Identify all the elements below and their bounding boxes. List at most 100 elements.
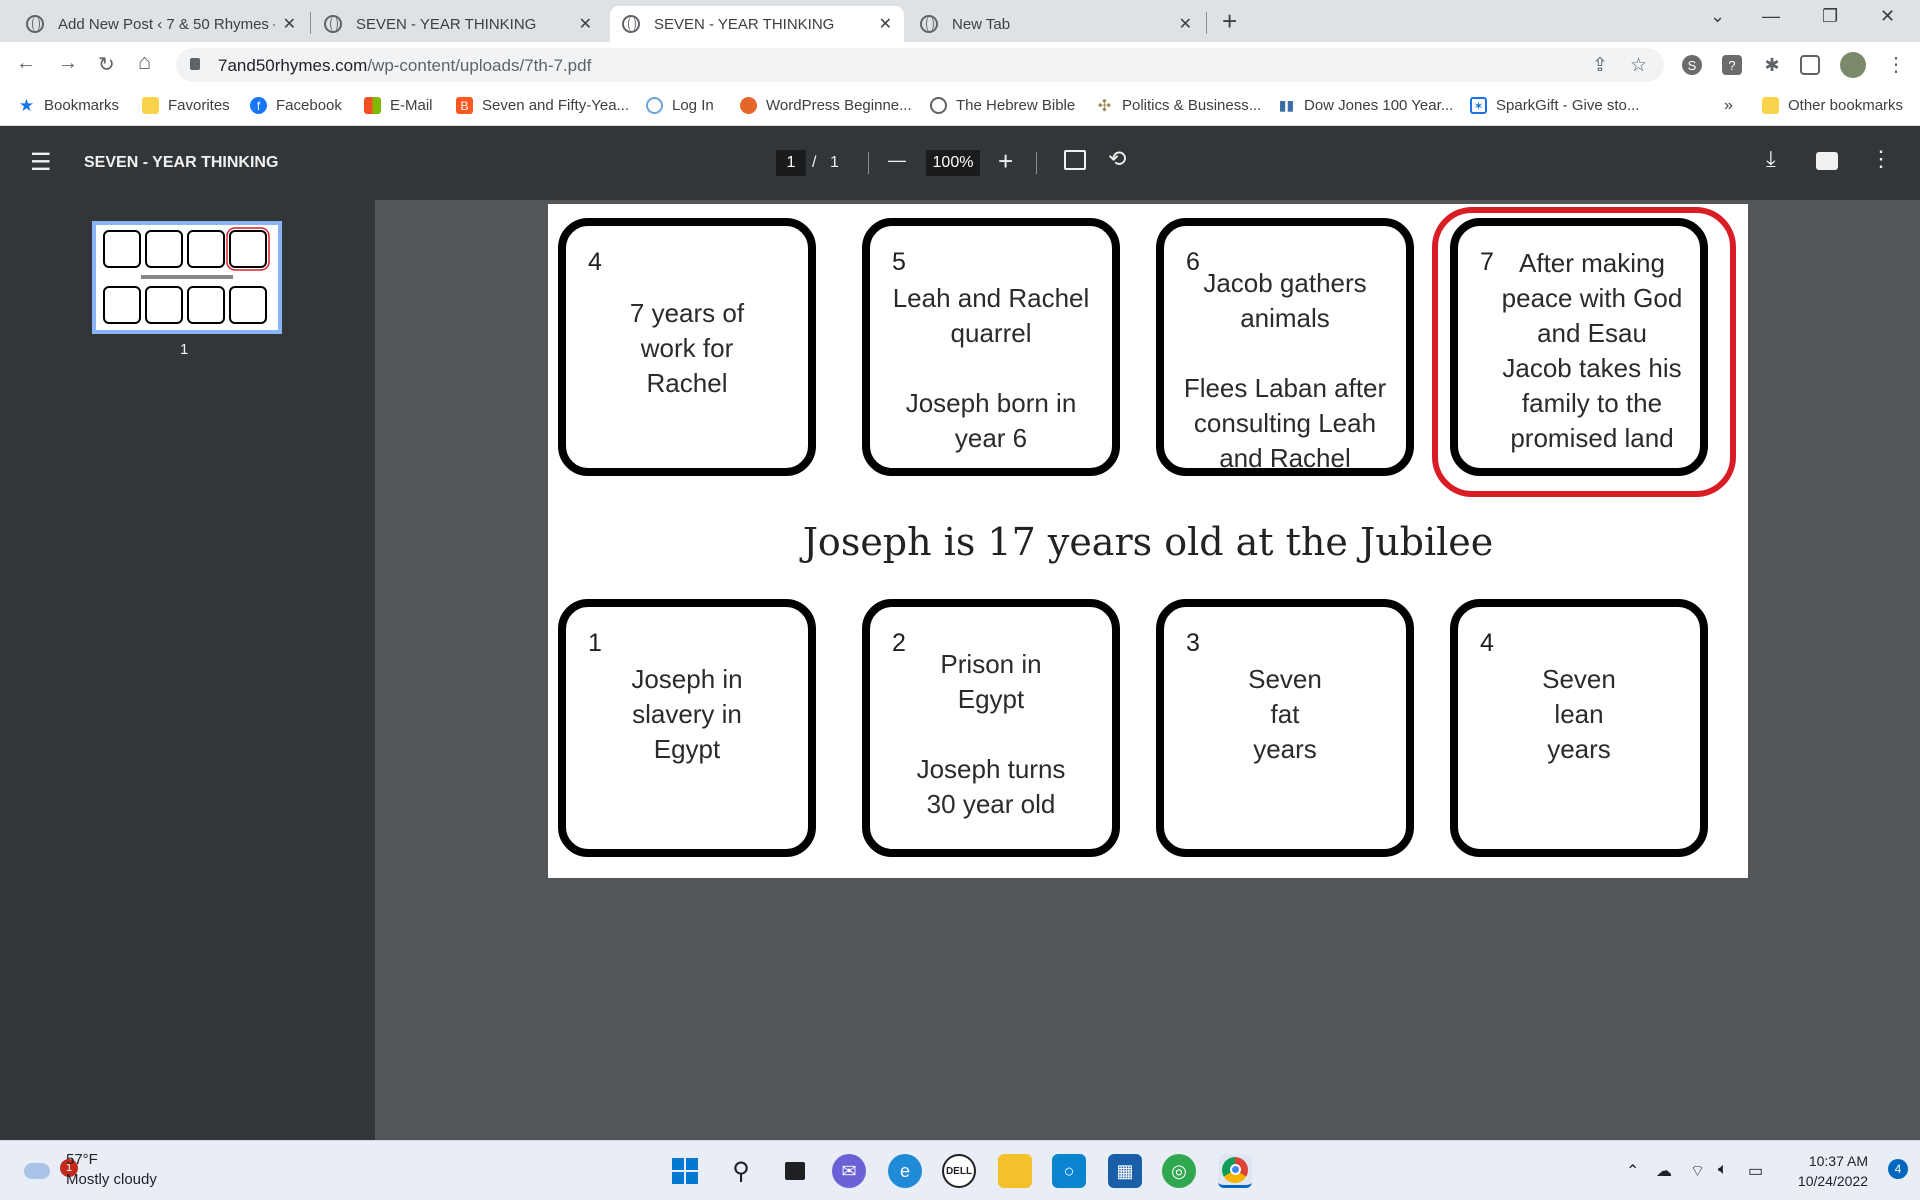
bookmark-hebrew-bible[interactable]: The Hebrew Bible [930, 97, 1075, 114]
facebook-icon: f [250, 97, 267, 114]
tab-seven-year-thinking-1[interactable]: SEVEN - YEAR THINKING ✕ [312, 6, 604, 42]
tab-new-tab[interactable]: New Tab ✕ [908, 6, 1204, 42]
zoom-level-input[interactable]: 100% [926, 150, 980, 176]
dell-icon[interactable]: DELL [942, 1154, 976, 1188]
share-icon[interactable]: ⇪ [1592, 54, 1608, 77]
chevron-up-icon[interactable]: ⌃ [1626, 1161, 1639, 1181]
tab-title: SEVEN - YEAR THINKING [356, 15, 537, 33]
bookmarks-overflow-button[interactable]: » [1724, 97, 1733, 115]
bookmark-log-in[interactable]: Log In [646, 97, 714, 114]
new-tab-button[interactable]: + [1222, 6, 1237, 37]
page-separator: / [812, 154, 817, 171]
tab-add-new-post[interactable]: Add New Post ‹ 7 & 50 Rhymes – ✕ [14, 6, 308, 42]
notification-badge[interactable]: 4 [1888, 1159, 1908, 1179]
card-text: After making peace with God and Esau Jac… [1501, 248, 1683, 453]
tab-seven-year-thinking-active[interactable]: SEVEN - YEAR THINKING ✕ [610, 6, 904, 42]
profile-avatar[interactable] [1840, 52, 1866, 78]
download-icon[interactable]: ⤓ [1766, 146, 1776, 172]
page-thumbnail[interactable] [92, 221, 282, 334]
sparkgift-icon: ✶ [1470, 97, 1487, 114]
folder-icon [1762, 97, 1779, 114]
restore-button[interactable]: ❐ [1822, 6, 1838, 27]
skype-extension-icon[interactable]: S [1682, 55, 1702, 75]
tab-title: Add New Post ‹ 7 & 50 Rhymes – [58, 15, 275, 33]
close-icon[interactable]: ✕ [879, 14, 892, 34]
card-number: 3 [1186, 629, 1200, 657]
bookmark-star-icon[interactable]: ☆ [1630, 54, 1647, 77]
bookmark-favorites[interactable]: Favorites [142, 97, 230, 114]
politics-icon: ✣ [1097, 97, 1112, 115]
globe-icon [930, 97, 947, 114]
extensions-puzzle-icon[interactable]: ✱ [1762, 55, 1782, 75]
chrome-taskbar-icon[interactable] [1218, 1154, 1252, 1188]
battery-icon[interactable]: ▭ [1748, 1161, 1763, 1181]
back-button[interactable]: ← [16, 52, 36, 75]
close-icon[interactable]: ✕ [1179, 14, 1192, 34]
chrome-menu-icon[interactable]: ⋮ [1886, 52, 1906, 77]
page-number-input[interactable]: 1 [776, 150, 806, 176]
blogger-icon: B [456, 97, 473, 114]
edge-beta-icon[interactable]: ◎ [1162, 1154, 1196, 1188]
fit-page-icon[interactable] [1064, 150, 1086, 170]
home-button[interactable]: ⌂ [138, 49, 151, 75]
lock-icon [190, 58, 200, 70]
browser-toolbar: ← → ↻ ⌂ 7and50rhymes.com/wp-content/uplo… [0, 42, 1920, 88]
forward-button[interactable]: → [58, 52, 78, 75]
bookmark-wordpress-beginner[interactable]: WordPress Beginne... [740, 97, 912, 114]
print-icon[interactable] [1816, 152, 1838, 170]
card-text: Jacob gathers animals Flees Laban after … [1183, 268, 1387, 473]
card-year-4-lean-years: 4 Seven lean years [1450, 599, 1708, 857]
more-actions-icon[interactable]: ⋮ [1870, 146, 1892, 172]
close-icon[interactable]: ✕ [283, 14, 296, 34]
bookmark-sparkgift[interactable]: ✶ SparkGift - Give sto... [1470, 97, 1639, 114]
zoom-in-button[interactable]: + [998, 146, 1013, 177]
onedrive-icon[interactable]: ☁ [1656, 1161, 1672, 1181]
wifi-icon[interactable]: ⌔ [1690, 1161, 1705, 1181]
volume-icon[interactable]: 🔈︎ [1718, 1161, 1728, 1179]
url-text[interactable]: 7and50rhymes.com/wp-content/uploads/7th-… [218, 56, 591, 76]
zoom-out-button[interactable]: — [888, 150, 906, 171]
help-extension-icon[interactable]: ? [1722, 55, 1742, 75]
bookmark-facebook[interactable]: f Facebook [250, 97, 342, 114]
card-year-7-promised-land: 7 After making peace with God and Esau J… [1450, 218, 1708, 476]
other-bookmarks[interactable]: Other bookmarks [1762, 97, 1903, 114]
window-close-button[interactable]: ✕ [1880, 6, 1895, 27]
minimize-button[interactable]: — [1762, 6, 1780, 27]
menu-icon[interactable]: ☰ [30, 148, 52, 177]
file-explorer-icon[interactable] [998, 1154, 1032, 1188]
folder-icon [142, 97, 159, 114]
card-year-5-leah-rachel: 5 Leah and Rachel quarrel Joseph born in… [862, 218, 1120, 476]
address-bar[interactable]: 7and50rhymes.com/wp-content/uploads/7th-… [176, 48, 1664, 82]
close-icon[interactable]: ✕ [579, 14, 592, 34]
thumbnail-preview [103, 227, 270, 324]
bookmark-email[interactable]: E-Mail [364, 97, 433, 114]
card-year-6-jacob-animals: 6 Jacob gathers animals Flees Laban afte… [1156, 218, 1414, 476]
teams-chat-icon[interactable]: ✉ [832, 1154, 866, 1188]
card-number: 4 [1480, 629, 1494, 657]
bookmark-politics-business[interactable]: ✣ Politics & Business... [1096, 97, 1261, 115]
microsoft-store-icon[interactable]: ▦ [1108, 1154, 1142, 1188]
edge-icon[interactable]: e [888, 1154, 922, 1188]
wordpress-icon [646, 97, 663, 114]
bookmark-bookmarks[interactable]: ★ Bookmarks [18, 95, 119, 115]
dell-support-icon[interactable]: ○ [1052, 1154, 1086, 1188]
star-icon: ★ [18, 95, 35, 115]
rotate-icon[interactable]: ⟲ [1108, 146, 1126, 172]
document-viewport[interactable]: 4 7 years of work for Rachel 5 Leah and … [375, 200, 1920, 1140]
start-icon[interactable] [668, 1154, 702, 1188]
weather-desc: Mostly cloudy [66, 1171, 157, 1188]
task-view-icon[interactable] [778, 1154, 812, 1188]
card-text: Joseph in slavery in Egypt [631, 664, 743, 764]
globe-icon [26, 15, 44, 33]
tab-title: SEVEN - YEAR THINKING [654, 15, 835, 33]
globe-icon [324, 15, 342, 33]
card-year-2-prison: 2 Prison in Egypt Joseph turns 30 year o… [862, 599, 1120, 857]
search-icon[interactable]: ⚲ [724, 1154, 758, 1188]
system-clock[interactable]: 10:37 AM 10/24/2022 [1798, 1151, 1868, 1191]
bookmark-dow-jones[interactable]: ▮▮ Dow Jones 100 Year... [1278, 97, 1454, 114]
bookmark-seven-and-fifty[interactable]: B Seven and Fifty-Yea... [456, 97, 629, 114]
side-panel-icon[interactable] [1800, 55, 1820, 75]
tab-search-icon[interactable]: ⌄ [1710, 6, 1725, 27]
reload-button[interactable]: ↻ [98, 52, 115, 77]
pdf-page: 4 7 years of work for Rachel 5 Leah and … [548, 204, 1748, 878]
